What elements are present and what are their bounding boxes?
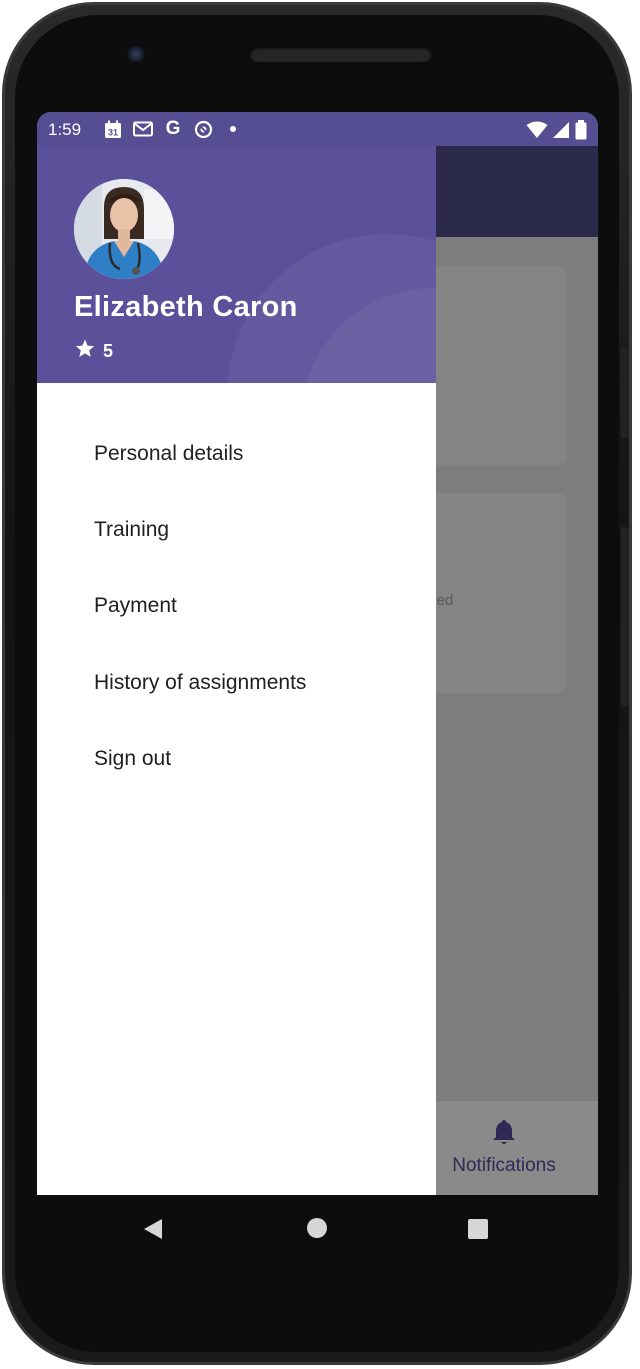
star-icon xyxy=(75,339,95,363)
rating-value: 5 xyxy=(103,340,114,361)
system-navigation-bar xyxy=(37,1195,598,1265)
home-icon[interactable] xyxy=(306,1217,328,1244)
calendar-day-text: 31 xyxy=(108,127,118,137)
tab-notifications-label: Notifications xyxy=(452,1155,556,1176)
dot-icon xyxy=(223,119,243,139)
earpiece-speaker xyxy=(250,46,432,62)
user-name: Elizabeth Caron xyxy=(74,291,298,323)
power-button xyxy=(621,348,629,438)
menu-item-training[interactable]: Training xyxy=(94,510,414,550)
front-camera xyxy=(126,44,146,64)
volume-button xyxy=(621,527,629,707)
back-icon[interactable] xyxy=(142,1217,164,1246)
avatar[interactable] xyxy=(74,179,174,279)
summary-card: s xyxy=(415,266,567,466)
status-bar: 1:59 31 G xyxy=(37,112,598,146)
bell-icon xyxy=(491,1120,517,1150)
earnings-card: arned xyxy=(415,493,567,693)
gmail-icon xyxy=(133,119,153,139)
recents-icon[interactable] xyxy=(467,1218,489,1245)
notification-icons: 31 G xyxy=(103,118,243,139)
screen: 1:59 31 G Notifications Elizabeth Caron … xyxy=(37,112,598,1195)
google-icon: G xyxy=(165,118,181,139)
wifi-icon xyxy=(526,121,548,144)
tab-notifications[interactable]: Notifications xyxy=(439,1118,569,1177)
sync-icon xyxy=(193,119,213,139)
menu-item-sign-out[interactable]: Sign out xyxy=(94,739,414,779)
system-status-icons xyxy=(526,120,588,145)
rating: 5 xyxy=(75,339,113,363)
navigation-drawer: Elizabeth Caron 5 Personal details Train… xyxy=(37,146,436,1195)
menu-item-personal-details[interactable]: Personal details xyxy=(94,434,414,474)
menu-item-payment[interactable]: Payment xyxy=(94,586,414,626)
signal-icon xyxy=(552,121,570,144)
calendar-icon: 31 xyxy=(103,119,123,139)
status-time: 1:59 xyxy=(48,120,82,139)
drawer-header: Elizabeth Caron 5 xyxy=(37,146,436,383)
battery-icon xyxy=(574,120,588,145)
menu-item-history-of-assignments[interactable]: History of assignments xyxy=(94,663,414,703)
